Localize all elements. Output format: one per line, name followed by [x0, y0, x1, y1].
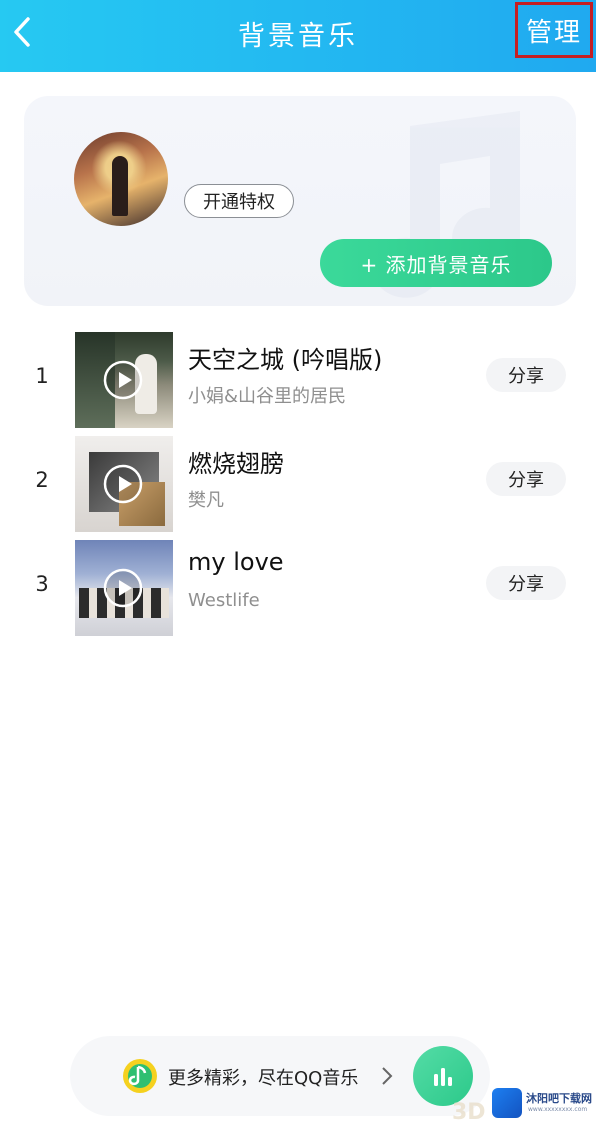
- watermark-name: 沐阳吧下载网: [526, 1092, 592, 1105]
- chevron-right-icon: [382, 1067, 393, 1085]
- share-button[interactable]: 分享: [486, 358, 566, 392]
- vip-privilege-button[interactable]: 开通特权: [184, 184, 294, 218]
- album-cover[interactable]: [75, 436, 173, 532]
- album-cover[interactable]: [75, 540, 173, 636]
- play-icon[interactable]: [103, 360, 143, 400]
- song-row[interactable]: 2 燃烧翅膀 樊凡 分享: [0, 434, 596, 532]
- song-index: 3: [35, 572, 49, 596]
- play-icon[interactable]: [103, 568, 143, 608]
- song-artist: 樊凡: [188, 490, 224, 511]
- song-artist: 小娟&山谷里的居民: [188, 386, 347, 407]
- share-button[interactable]: 分享: [486, 566, 566, 600]
- song-row[interactable]: 3 my love Westlife 分享: [0, 538, 596, 636]
- qq-music-logo-icon: [123, 1059, 157, 1093]
- watermark-url: www.xxxxxxxx.com: [528, 1106, 588, 1113]
- qq-music-promo-bar[interactable]: 更多精彩，尽在QQ音乐: [70, 1036, 490, 1116]
- background-music-card: 开通特权 + 添加背景音乐: [24, 96, 576, 306]
- page-title: 背景音乐: [238, 21, 358, 52]
- album-cover[interactable]: [75, 332, 173, 428]
- promo-text: 更多精彩，尽在QQ音乐: [168, 1068, 359, 1089]
- add-background-music-button[interactable]: + 添加背景音乐: [320, 239, 552, 287]
- song-title: 燃烧翅膀: [188, 450, 284, 478]
- equalizer-icon: [434, 1068, 452, 1086]
- play-icon[interactable]: [103, 464, 143, 504]
- manage-button[interactable]: 管理: [515, 2, 593, 58]
- song-title: 天空之城 (吟唱版): [188, 346, 383, 374]
- song-index: 1: [35, 364, 49, 388]
- watermark-3d: 3D: [452, 1100, 486, 1125]
- share-button[interactable]: 分享: [486, 462, 566, 496]
- user-avatar[interactable]: [74, 132, 168, 226]
- song-artist: Westlife: [188, 590, 260, 611]
- watermark-logo: [492, 1088, 522, 1118]
- song-index: 2: [35, 468, 49, 492]
- top-bar: 背景音乐 管理: [0, 0, 596, 72]
- song-row[interactable]: 1 天空之城 (吟唱版) 小娟&山谷里的居民 分享: [0, 330, 596, 428]
- song-title: my love: [188, 548, 284, 576]
- avatar-figure: [112, 156, 128, 216]
- music-player-button[interactable]: [413, 1046, 473, 1106]
